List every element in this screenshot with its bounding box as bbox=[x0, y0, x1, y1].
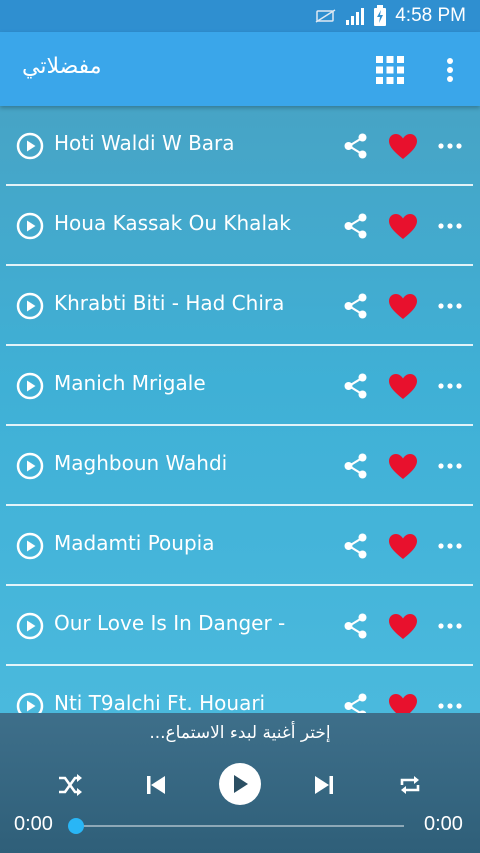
favorites-list[interactable]: Hoti Waldi W Bara Houa Kassak Ou Khalak bbox=[0, 106, 480, 713]
shuffle-icon bbox=[59, 774, 82, 796]
heart-icon[interactable] bbox=[388, 693, 418, 713]
player-message: إختر أغنية لبدء الاستماع... bbox=[149, 723, 331, 743]
more-horizontal-icon[interactable] bbox=[438, 620, 462, 632]
share-icon[interactable] bbox=[342, 612, 370, 640]
page-title: مفضلاتي bbox=[22, 54, 102, 79]
share-icon[interactable] bbox=[342, 692, 370, 713]
share-icon[interactable] bbox=[342, 132, 370, 160]
elapsed-time: 0:00 bbox=[14, 813, 53, 835]
song-title: Madamti Poupia bbox=[54, 531, 215, 555]
more-horizontal-icon[interactable] bbox=[438, 300, 462, 312]
more-horizontal-icon[interactable] bbox=[438, 540, 462, 552]
play-circle-icon[interactable] bbox=[16, 372, 44, 400]
previous-button[interactable] bbox=[142, 771, 170, 799]
share-icon[interactable] bbox=[342, 292, 370, 320]
next-button[interactable] bbox=[310, 771, 338, 799]
more-horizontal-icon[interactable] bbox=[438, 220, 462, 232]
list-item[interactable]: Madamti Poupia bbox=[6, 506, 473, 586]
song-title: Hoti Waldi W Bara bbox=[54, 131, 235, 155]
more-horizontal-icon[interactable] bbox=[438, 380, 462, 392]
play-circle-icon[interactable] bbox=[16, 132, 44, 160]
overflow-menu-button[interactable] bbox=[438, 54, 462, 86]
shuffle-button[interactable] bbox=[56, 771, 84, 799]
list-item[interactable]: Khrabti Biti - Had Chira bbox=[6, 266, 473, 346]
share-icon[interactable] bbox=[342, 532, 370, 560]
play-circle-icon[interactable] bbox=[16, 612, 44, 640]
more-horizontal-icon[interactable] bbox=[438, 140, 462, 152]
list-item[interactable]: Nti T9alchi Ft. Houari bbox=[6, 666, 473, 713]
song-title: Our Love Is In Danger - bbox=[54, 611, 286, 635]
skip-next-icon bbox=[315, 776, 333, 794]
heart-icon[interactable] bbox=[388, 213, 418, 240]
grid-icon bbox=[376, 56, 404, 84]
seek-bar[interactable] bbox=[76, 825, 404, 827]
no-sim-icon bbox=[315, 8, 337, 24]
heart-icon[interactable] bbox=[388, 453, 418, 480]
play-circle-icon[interactable] bbox=[16, 212, 44, 240]
play-circle-icon[interactable] bbox=[16, 532, 44, 560]
battery-charging-icon bbox=[373, 5, 387, 27]
more-horizontal-icon[interactable] bbox=[438, 700, 462, 712]
share-icon[interactable] bbox=[342, 452, 370, 480]
list-item[interactable]: Maghboun Wahdi bbox=[6, 426, 473, 506]
more-horizontal-icon[interactable] bbox=[438, 460, 462, 472]
play-circle-icon[interactable] bbox=[16, 292, 44, 320]
list-item[interactable]: Houa Kassak Ou Khalak bbox=[6, 186, 473, 266]
signal-icon bbox=[345, 6, 365, 26]
song-title: Houa Kassak Ou Khalak bbox=[54, 211, 291, 235]
list-item[interactable]: Hoti Waldi W Bara bbox=[6, 106, 473, 186]
heart-icon[interactable] bbox=[388, 613, 418, 640]
play-circle-icon[interactable] bbox=[16, 452, 44, 480]
total-time: 0:00 bbox=[424, 813, 463, 835]
grid-view-button[interactable] bbox=[374, 54, 406, 86]
share-icon[interactable] bbox=[342, 212, 370, 240]
status-bar: 4:58 PM bbox=[0, 0, 480, 32]
seek-thumb[interactable] bbox=[68, 818, 84, 834]
play-circle-icon[interactable] bbox=[16, 692, 44, 713]
repeat-icon bbox=[400, 776, 420, 794]
song-title: Maghboun Wahdi bbox=[54, 451, 228, 475]
status-time: 4:58 PM bbox=[395, 5, 466, 26]
list-item[interactable]: Our Love Is In Danger - bbox=[6, 586, 473, 666]
app-bar: مفضلاتي bbox=[0, 32, 480, 106]
more-vertical-icon bbox=[447, 58, 453, 82]
play-button[interactable] bbox=[219, 763, 261, 805]
skip-previous-icon bbox=[147, 776, 165, 794]
mini-player: إختر أغنية لبدء الاستماع... 0:00 0:00 bbox=[0, 713, 480, 853]
repeat-button[interactable] bbox=[396, 771, 424, 799]
song-title: Nti T9alchi Ft. Houari bbox=[54, 691, 266, 713]
heart-icon[interactable] bbox=[388, 373, 418, 400]
song-title: Khrabti Biti - Had Chira bbox=[54, 291, 285, 315]
share-icon[interactable] bbox=[342, 372, 370, 400]
heart-icon[interactable] bbox=[388, 293, 418, 320]
list-item[interactable]: Manich Mrigale bbox=[6, 346, 473, 426]
song-title: Manich Mrigale bbox=[54, 371, 206, 395]
heart-icon[interactable] bbox=[388, 533, 418, 560]
heart-icon[interactable] bbox=[388, 133, 418, 160]
play-icon bbox=[234, 775, 248, 793]
